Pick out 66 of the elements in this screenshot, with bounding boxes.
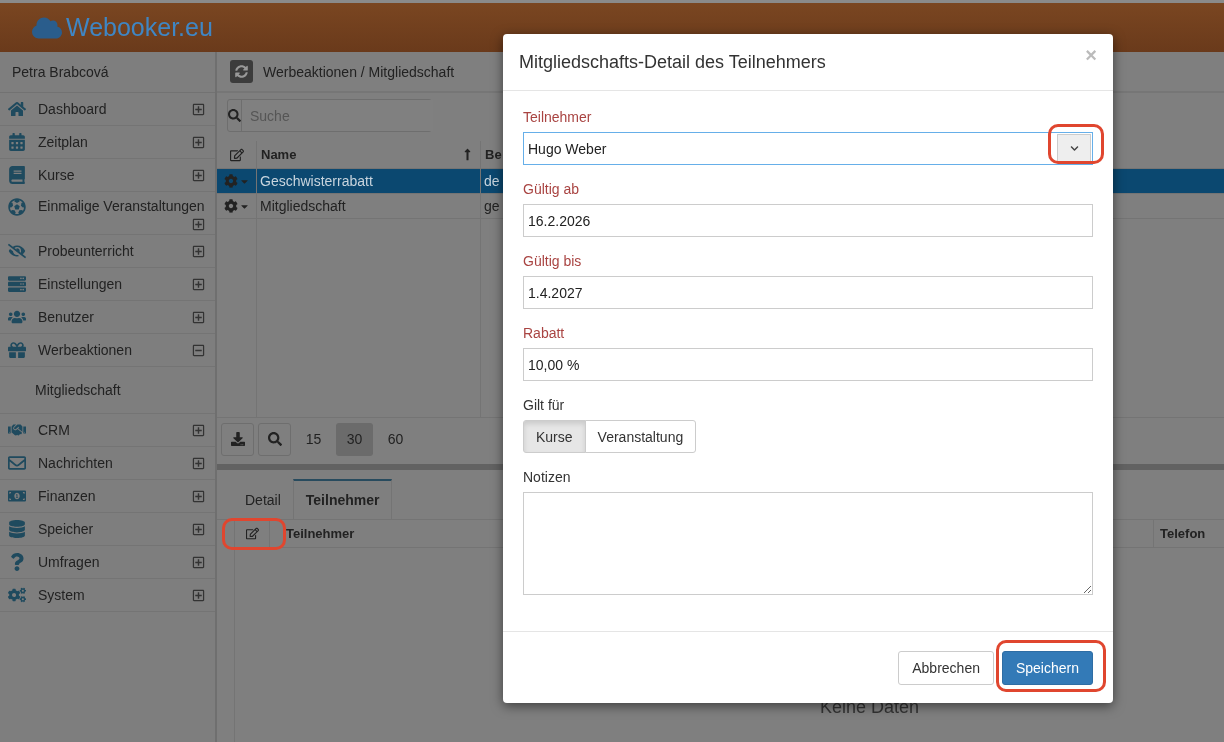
envelope-icon: [6, 454, 28, 472]
segment-button[interactable]: Kurse: [523, 420, 586, 453]
dropdown-toggle[interactable]: [1057, 134, 1091, 163]
sidebar-item[interactable]: Benutzer: [0, 301, 215, 334]
field-label: Gilt für: [523, 397, 566, 413]
field-label: Gültig ab: [523, 181, 581, 197]
gears-icon: [6, 586, 28, 604]
segment-button[interactable]: Veranstaltung: [584, 420, 697, 453]
table-cell-text: ge: [483, 197, 501, 216]
sidebar-item[interactable]: Zeitplan: [0, 126, 215, 159]
column-header: Name: [257, 141, 481, 168]
sidebar-item[interactable]: Einstellungen: [0, 268, 215, 301]
search-button[interactable]: [258, 422, 291, 456]
refresh-button[interactable]: [230, 60, 253, 83]
sidebar-item[interactable]: CRM: [0, 414, 215, 447]
sidebar-item[interactable]: Einmalige Veranstaltungen: [0, 192, 215, 235]
user-name: Petra Brabcová: [12, 64, 109, 80]
page-size-button[interactable]: 60: [377, 422, 414, 456]
sidebar-item[interactable]: Dashboard: [0, 93, 215, 126]
cancel-button[interactable]: Abbrechen: [898, 650, 994, 685]
save-button[interactable]: Speichern: [1001, 650, 1093, 685]
search-icon: [267, 432, 282, 446]
sidebar-item[interactable]: Umfragen: [0, 546, 215, 579]
sidebar-subitem[interactable]: Mitgliedschaft: [0, 367, 215, 414]
server-icon: [6, 275, 28, 293]
chevron-down-icon: [1069, 144, 1079, 153]
input-field[interactable]: 1.4.2027: [523, 276, 1093, 309]
tab[interactable]: Teilnehmer: [292, 479, 393, 519]
calendar-icon: [6, 133, 28, 151]
sidebar-item[interactable]: Werbeaktionen: [0, 334, 215, 367]
house-icon: [6, 100, 28, 118]
sidebar-item[interactable]: Finanzen: [0, 480, 215, 513]
edit-icon[interactable]: [245, 527, 259, 540]
dialog-title: Mitgliedschafts-Detail des Teilnehmers: [519, 51, 826, 73]
tab[interactable]: Detail: [233, 479, 293, 519]
field-label: Rabatt: [523, 325, 566, 341]
sidebar-item[interactable]: Kurse: [0, 159, 215, 192]
breadcrumb: Werbeaktionen / Mitgliedschaft: [263, 63, 455, 80]
database-icon: [6, 520, 28, 538]
column-header: Be: [484, 146, 503, 164]
input-field[interactable]: 16.2.2026: [523, 204, 1093, 237]
notes-field[interactable]: [523, 492, 1093, 595]
field-label: Teilnehmer: [523, 109, 593, 125]
sidebar-item[interactable]: Nachrichten: [0, 447, 215, 480]
table-cell: Mitgliedschaft: [257, 194, 481, 218]
eye-slash-icon: [6, 242, 28, 260]
field-label: Notizen: [523, 469, 572, 485]
input-field[interactable]: 10,00 %: [523, 348, 1093, 381]
download-icon: [230, 432, 245, 446]
sidebar-item[interactable]: Speicher: [0, 513, 215, 546]
download-button[interactable]: [221, 422, 254, 456]
page-size-button[interactable]: 30: [336, 422, 373, 456]
table-cell-text: de: [483, 172, 501, 191]
refresh-icon: [235, 65, 248, 78]
page-size-button[interactable]: 15: [295, 422, 332, 456]
column-header: Telefon: [1159, 525, 1207, 543]
app-logo: Webooker.eu: [66, 13, 213, 42]
book-icon: [6, 166, 28, 184]
field-label: Gültig bis: [523, 253, 583, 269]
table-cell: Geschwisterrabatt: [257, 169, 481, 193]
participant-select[interactable]: Hugo Weber: [523, 132, 1093, 165]
sidebar-item[interactable]: Probeunterricht: [0, 235, 215, 268]
users-icon: [6, 308, 28, 326]
edit-icon: [229, 147, 244, 162]
gift-icon: [6, 341, 28, 359]
sidebar-item[interactable]: System: [0, 579, 215, 612]
